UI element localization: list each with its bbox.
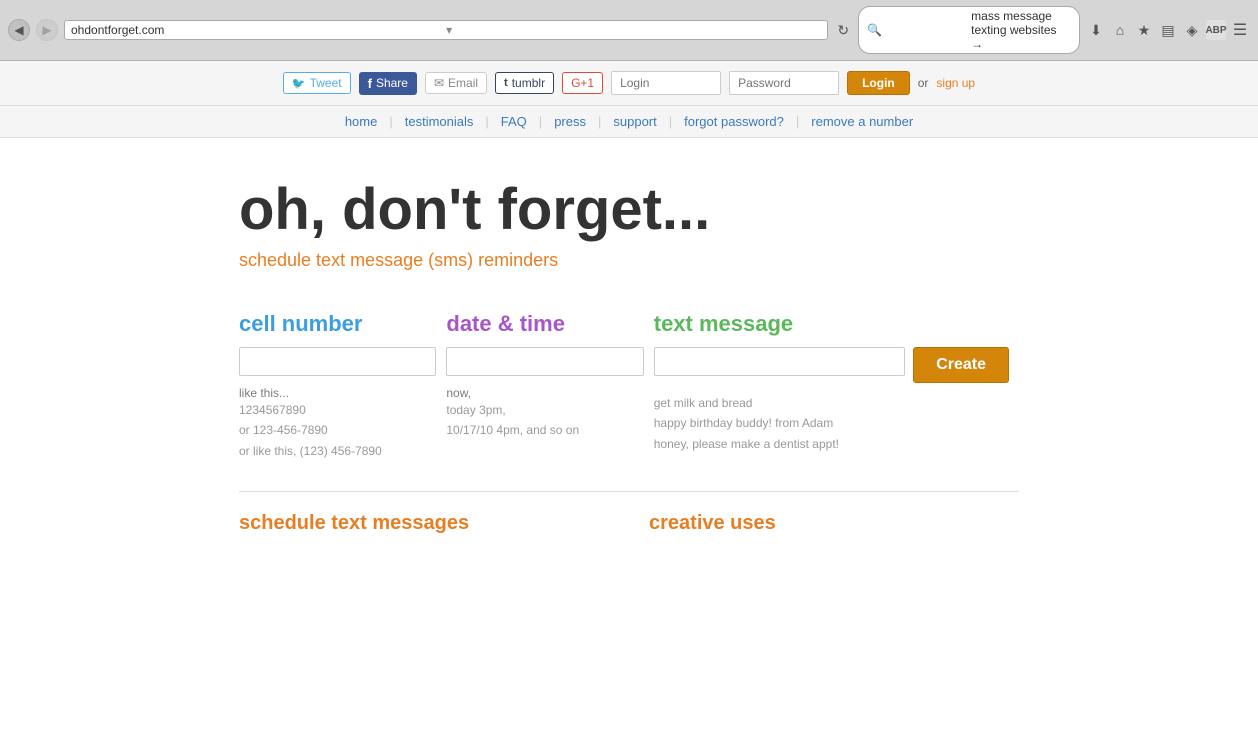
text-message-input[interactable] — [654, 347, 905, 376]
main-subtitle: schedule text message (sms) reminders — [239, 250, 1019, 271]
date-hint-1: today 3pm, — [446, 400, 643, 420]
nav-forgot-password[interactable]: forgot password? — [672, 114, 796, 129]
login-button[interactable]: Login — [847, 71, 910, 95]
browser-chrome: ◀ ▶ ohdontforget.com ▾ ↻ 🔍 mass message … — [0, 0, 1258, 61]
top-bar: 🐦 Tweet f Share ✉ Email t tumblr G+1 Log… — [0, 61, 1258, 106]
text-hint-3: honey, please make a dentist appt! — [654, 434, 1009, 454]
nav-faq[interactable]: FAQ — [489, 114, 539, 129]
search-icon: 🔍 — [867, 23, 967, 37]
forward-button[interactable]: ▶ — [36, 19, 58, 41]
facebook-share-button[interactable]: f Share — [359, 72, 417, 95]
nav-testimonials[interactable]: testimonials — [393, 114, 486, 129]
bookmark-icon[interactable]: ★ — [1134, 20, 1154, 40]
cell-number-col: cell number like this... 1234567890 or 1… — [239, 311, 446, 461]
tweet-button[interactable]: 🐦 Tweet — [283, 72, 351, 94]
email-label: Email — [448, 76, 478, 90]
cell-hint-2: or 123-456-7890 — [239, 420, 436, 440]
date-time-input[interactable] — [446, 347, 643, 376]
browser-menu-icon[interactable]: ☰ — [1230, 20, 1250, 40]
address-bar[interactable]: ohdontforget.com ▾ — [64, 20, 828, 40]
text-hint-1: get milk and bread — [654, 393, 1009, 413]
cell-number-label: cell number — [239, 311, 436, 337]
cell-hint-3: or like this, (123) 456-7890 — [239, 441, 436, 461]
nav-home[interactable]: home — [333, 114, 390, 129]
page: 🐦 Tweet f Share ✉ Email t tumblr G+1 Log… — [0, 61, 1258, 741]
email-icon: ✉ — [434, 76, 444, 90]
password-input[interactable] — [729, 71, 839, 95]
home-icon[interactable]: ⌂ — [1110, 20, 1130, 40]
adblock-icon[interactable]: ABP — [1206, 20, 1226, 40]
login-input[interactable] — [611, 71, 721, 95]
pocket-icon[interactable]: ◈ — [1182, 20, 1202, 40]
browser-icons: ⬇ ⌂ ★ ▤ ◈ ABP ☰ — [1086, 20, 1250, 40]
reload-button[interactable]: ↻ — [834, 21, 852, 39]
url-dropdown-icon[interactable]: ▾ — [446, 23, 821, 37]
footer-schedule-col: schedule text messages — [239, 512, 609, 543]
search-bar[interactable]: 🔍 mass message texting websites → — [858, 6, 1080, 54]
download-icon[interactable]: ⬇ — [1086, 20, 1106, 40]
text-message-label: text message — [654, 311, 1009, 337]
date-time-col: date & time now, today 3pm, 10/17/10 4pm… — [446, 311, 653, 441]
date-time-label: date & time — [446, 311, 643, 337]
tumblr-label: tumblr — [512, 76, 545, 90]
tumblr-button[interactable]: t tumblr — [495, 72, 554, 94]
cell-number-input[interactable] — [239, 347, 436, 376]
or-text: or — [918, 76, 929, 90]
nav-bar: home | testimonials | FAQ | press | supp… — [0, 106, 1258, 138]
gplus-button[interactable]: G+1 — [562, 72, 603, 94]
text-hint-2: happy birthday buddy! from Adam — [654, 413, 1009, 433]
tweet-label: Tweet — [310, 76, 342, 90]
cell-hint-1: 1234567890 — [239, 400, 436, 420]
signup-link[interactable]: sign up — [936, 76, 975, 90]
url-text: ohdontforget.com — [71, 23, 446, 37]
cell-hint-label: like this... — [239, 386, 436, 400]
create-button[interactable]: Create — [913, 347, 1009, 383]
main-title: oh, don't forget... — [239, 178, 1019, 242]
facebook-share-label: Share — [376, 76, 408, 90]
footer-section: schedule text messages creative uses — [239, 512, 1019, 543]
email-button[interactable]: ✉ Email — [425, 72, 487, 94]
twitter-icon: 🐦 — [292, 77, 306, 90]
date-hint-2: 10/17/10 4pm, and so on — [446, 420, 643, 440]
footer-creative-col: creative uses — [649, 512, 1019, 543]
nav-remove-number[interactable]: remove a number — [799, 114, 925, 129]
back-button[interactable]: ◀ — [8, 19, 30, 41]
footer-divider — [239, 491, 1019, 492]
facebook-icon: f — [368, 76, 372, 91]
tumblr-icon: t — [504, 77, 508, 89]
nav-support[interactable]: support — [601, 114, 668, 129]
footer-schedule-title: schedule text messages — [239, 512, 609, 535]
main-content: oh, don't forget... schedule text messag… — [219, 138, 1039, 563]
footer-creative-title: creative uses — [649, 512, 1019, 535]
reader-icon[interactable]: ▤ — [1158, 20, 1178, 40]
date-hint-label: now, — [446, 386, 643, 400]
text-message-col: text message Create get milk and bread h… — [654, 311, 1019, 454]
nav-press[interactable]: press — [542, 114, 598, 129]
search-query-text: mass message texting websites → — [971, 9, 1071, 51]
gplus-label: G+1 — [571, 76, 594, 90]
form-section: cell number like this... 1234567890 or 1… — [239, 311, 1019, 461]
